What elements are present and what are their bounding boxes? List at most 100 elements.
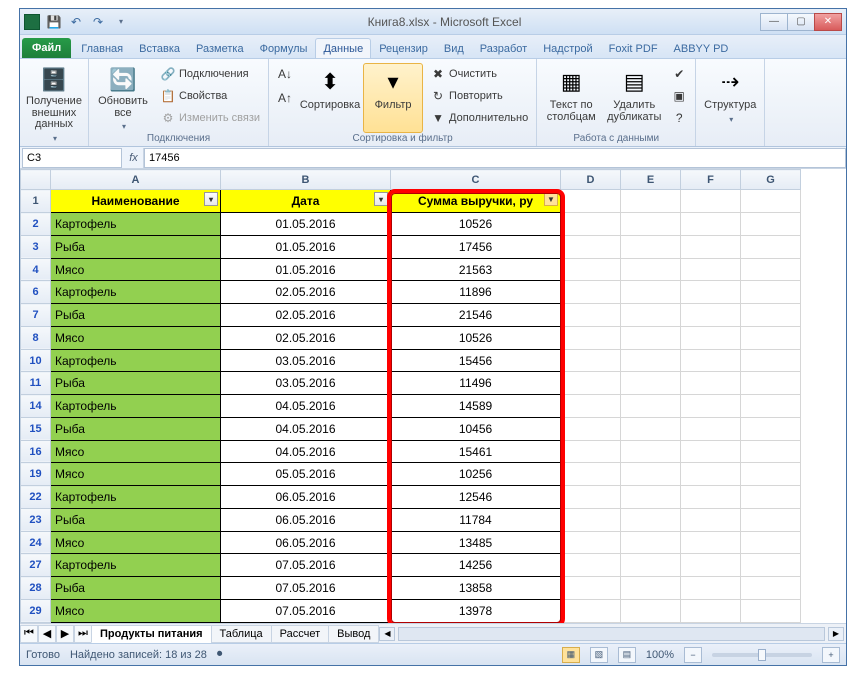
hscroll-right[interactable]: ▶ [828, 627, 844, 641]
ribbon-tab-вставка[interactable]: Вставка [131, 38, 188, 58]
ribbon-tab-данные[interactable]: Данные [315, 38, 371, 58]
cell-empty[interactable] [621, 417, 681, 440]
row-header-24[interactable]: 24 [21, 531, 51, 554]
row-header-4[interactable]: 4 [21, 258, 51, 281]
cell-empty[interactable] [561, 281, 621, 304]
cell-sum[interactable]: 21546 [391, 304, 561, 327]
cell-empty[interactable] [681, 486, 741, 509]
cell-empty[interactable] [561, 395, 621, 418]
text-to-columns-button[interactable]: ▦ Текст по столбцам [541, 63, 601, 133]
col-header-F[interactable]: F [681, 170, 741, 190]
cell-empty[interactable] [561, 417, 621, 440]
ribbon-tab-надстрой[interactable]: Надстрой [535, 38, 600, 58]
cell-empty[interactable] [741, 417, 801, 440]
cell-sum[interactable]: 12546 [391, 486, 561, 509]
cell-sum[interactable]: 13858 [391, 577, 561, 600]
cell-empty[interactable] [681, 508, 741, 531]
cell-empty[interactable] [741, 304, 801, 327]
view-normal-button[interactable]: ▦ [562, 647, 580, 663]
cell-sum[interactable]: 15456 [391, 349, 561, 372]
cell-empty[interactable] [621, 508, 681, 531]
cell-sum[interactable]: 11896 [391, 281, 561, 304]
row-header-7[interactable]: 7 [21, 304, 51, 327]
cell-empty[interactable] [621, 554, 681, 577]
col-header-D[interactable]: D [561, 170, 621, 190]
save-icon[interactable]: 💾 [46, 14, 62, 30]
ribbon-tab-разработ[interactable]: Разработ [472, 38, 535, 58]
cell-sum[interactable]: 11784 [391, 508, 561, 531]
cell-empty[interactable] [741, 258, 801, 281]
cell-empty[interactable] [621, 281, 681, 304]
advanced-filter-button[interactable]: ▼ Дополнительно [426, 107, 532, 129]
cell-empty[interactable] [681, 326, 741, 349]
cell-empty[interactable] [741, 577, 801, 600]
view-page-layout-button[interactable]: ▧ [590, 647, 608, 663]
cell-date[interactable]: 07.05.2016 [221, 554, 391, 577]
zoom-out-button[interactable]: − [684, 647, 702, 663]
cell-sum[interactable]: 21563 [391, 258, 561, 281]
col-header-A[interactable]: A [51, 170, 221, 190]
cell-name[interactable]: Мясо [51, 326, 221, 349]
cell-empty[interactable] [561, 440, 621, 463]
cell-date[interactable]: 07.05.2016 [221, 577, 391, 600]
cell-date[interactable]: 04.05.2016 [221, 395, 391, 418]
cell-empty[interactable] [741, 235, 801, 258]
cell-empty[interactable] [741, 349, 801, 372]
row-header-6[interactable]: 6 [21, 281, 51, 304]
col-header-B[interactable]: B [221, 170, 391, 190]
cell-sum[interactable]: 10526 [391, 326, 561, 349]
cell-name[interactable]: Картофель [51, 395, 221, 418]
edit-links-button[interactable]: ⚙ Изменить связи [156, 107, 264, 129]
cell-empty[interactable] [681, 463, 741, 486]
cell-date[interactable]: 06.05.2016 [221, 531, 391, 554]
data-validation-button[interactable]: ✔ [667, 63, 691, 85]
cell-empty[interactable] [741, 599, 801, 622]
cell-name[interactable]: Картофель [51, 349, 221, 372]
row-header-10[interactable]: 10 [21, 349, 51, 372]
clear-filter-button[interactable]: ✖ Очистить [426, 63, 532, 85]
cell-name[interactable]: Рыба [51, 235, 221, 258]
row-header-14[interactable]: 14 [21, 395, 51, 418]
col-header-C[interactable]: C [391, 170, 561, 190]
cell-empty[interactable] [741, 326, 801, 349]
cell-sum[interactable]: 13485 [391, 531, 561, 554]
cell-empty[interactable] [681, 349, 741, 372]
cell-sum[interactable]: 14589 [391, 395, 561, 418]
ribbon-tab-abbyy pd[interactable]: ABBYY PD [666, 38, 737, 58]
cell-empty[interactable] [621, 577, 681, 600]
cell-empty[interactable] [561, 326, 621, 349]
ribbon-tab-формулы[interactable]: Формулы [252, 38, 316, 58]
cell-empty[interactable] [621, 463, 681, 486]
filter-dropdown-b[interactable]: ▾ [374, 192, 388, 206]
whatif-button[interactable]: ? [667, 107, 691, 129]
cell-empty[interactable] [741, 463, 801, 486]
hscroll-track[interactable] [398, 627, 825, 641]
cell-empty[interactable] [681, 554, 741, 577]
ribbon-tab-foxit pdf[interactable]: Foxit PDF [601, 38, 666, 58]
tab-nav-next[interactable]: ▶ [56, 625, 74, 643]
cell-empty[interactable] [741, 213, 801, 236]
cell-empty[interactable] [621, 372, 681, 395]
cell-name[interactable]: Рыба [51, 417, 221, 440]
file-tab[interactable]: Файл [22, 38, 71, 58]
col-header-G[interactable]: G [741, 170, 801, 190]
ribbon-tab-рецензир[interactable]: Рецензир [371, 38, 436, 58]
cell-empty[interactable] [621, 395, 681, 418]
cell-date[interactable]: 03.05.2016 [221, 372, 391, 395]
cell-empty[interactable] [561, 372, 621, 395]
cell-empty[interactable] [681, 235, 741, 258]
properties-button[interactable]: 📋 Свойства [156, 85, 264, 107]
sort-asc-button[interactable]: A↓ [273, 63, 297, 85]
redo-icon[interactable]: ↷ [90, 14, 106, 30]
cell-empty[interactable] [621, 190, 681, 213]
sheet-tab-0[interactable]: Продукты питания [91, 625, 212, 643]
cell-date[interactable]: 07.05.2016 [221, 599, 391, 622]
cell-empty[interactable] [681, 281, 741, 304]
row-header-27[interactable]: 27 [21, 554, 51, 577]
cell-date[interactable]: 03.05.2016 [221, 349, 391, 372]
table-header-a[interactable]: Наименование▾ [51, 190, 221, 213]
maximize-button[interactable]: ▢ [787, 13, 815, 31]
row-header-28[interactable]: 28 [21, 577, 51, 600]
cell-name[interactable]: Картофель [51, 281, 221, 304]
cell-empty[interactable] [561, 258, 621, 281]
